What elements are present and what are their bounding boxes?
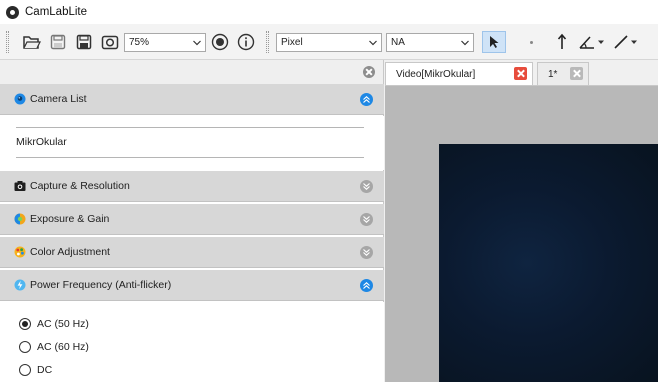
angle-button[interactable] [577, 32, 597, 52]
info-icon [237, 33, 255, 51]
arrow-up-button[interactable] [552, 32, 572, 52]
collapse-icon[interactable] [360, 93, 373, 106]
chevron-down-icon [193, 40, 201, 46]
point-icon[interactable] [530, 41, 533, 44]
open-folder-icon [23, 36, 41, 49]
angle-icon [579, 36, 594, 49]
video-preview[interactable] [439, 144, 658, 382]
calibration-combo[interactable]: NA [386, 33, 474, 52]
fit-icon [211, 33, 229, 51]
expand-icon[interactable] [360, 180, 373, 193]
zoom-combo[interactable]: 75% [124, 33, 206, 52]
camera-list-body: MikrOkular [0, 116, 384, 170]
radio-label: AC (50 Hz) [37, 318, 89, 330]
close-panel-icon[interactable] [363, 66, 375, 78]
divider [16, 157, 364, 158]
angle-dropdown[interactable] [597, 32, 605, 52]
section-title: Power Frequency (Anti-flicker) [30, 279, 172, 291]
save-as-icon [76, 34, 92, 50]
expand-icon[interactable] [360, 213, 373, 226]
calibration-value: NA [391, 37, 405, 48]
line-button[interactable] [611, 32, 631, 52]
expand-icon[interactable] [360, 246, 373, 259]
arrow-up-icon [557, 33, 567, 49]
close-tab-icon[interactable] [570, 67, 583, 80]
power-frequency-body: AC (50 Hz) AC (60 Hz) DC [0, 302, 384, 382]
tab-video[interactable]: Video[MikrOkular] [385, 62, 533, 85]
camera-icon [14, 181, 26, 191]
control-panel: Camera List MikrOkular Capture & Resolut… [0, 60, 384, 382]
section-exposure-gain[interactable]: Exposure & Gain [0, 204, 384, 235]
radio-button[interactable] [19, 341, 31, 353]
video-viewport[interactable] [385, 86, 658, 382]
app-logo-icon [6, 5, 19, 19]
collapse-icon[interactable] [360, 279, 373, 292]
title-bar: CamLabLite [0, 0, 658, 24]
info-button[interactable] [236, 32, 256, 52]
radio-ac-60hz[interactable]: AC (60 Hz) [19, 341, 89, 353]
close-tab-icon[interactable] [514, 67, 527, 80]
panel-header [0, 60, 383, 84]
pointer-button[interactable] [482, 31, 506, 53]
main-toolbar: 75% Pixel NA [0, 24, 658, 60]
dropdown-arrow-icon [631, 40, 637, 44]
dropdown-arrow-icon [598, 40, 604, 44]
radio-button[interactable] [19, 364, 31, 376]
tab-1[interactable]: 1* [537, 62, 589, 85]
save-button[interactable] [48, 32, 68, 52]
exposure-icon [14, 213, 26, 225]
unit-value: Pixel [281, 37, 303, 48]
radio-label: AC (60 Hz) [37, 341, 89, 353]
save-as-button[interactable] [74, 32, 94, 52]
section-color-adjustment[interactable]: Color Adjustment [0, 237, 384, 268]
radio-label: DC [37, 364, 53, 376]
palette-icon [14, 246, 26, 258]
toolbar-grip[interactable] [6, 31, 9, 53]
fit-button[interactable] [210, 32, 230, 52]
snapshot-icon [101, 35, 119, 50]
zoom-value: 75% [129, 37, 150, 48]
radio-dc[interactable]: DC [19, 364, 52, 376]
webcam-icon [14, 93, 26, 105]
chevron-down-icon [369, 40, 377, 46]
section-title: Exposure & Gain [30, 213, 110, 225]
radio-ac-50hz[interactable]: AC (50 Hz) [19, 318, 89, 330]
unit-combo[interactable]: Pixel [276, 33, 382, 52]
section-power-frequency[interactable]: Power Frequency (Anti-flicker) [0, 270, 384, 301]
section-title: Capture & Resolution [30, 180, 130, 192]
section-title: Color Adjustment [30, 246, 110, 258]
radio-button-selected[interactable] [19, 318, 31, 330]
camera-list-item[interactable]: MikrOkular [16, 136, 67, 148]
section-title: Camera List [30, 93, 87, 105]
document-tabs: Video[MikrOkular] 1* [385, 60, 658, 86]
save-icon [50, 34, 66, 50]
tab-label: Video[MikrOkular] [396, 68, 476, 80]
pointer-icon [490, 36, 499, 48]
chevron-down-icon [461, 40, 469, 46]
line-dropdown[interactable] [630, 32, 638, 52]
snapshot-button[interactable] [100, 32, 120, 52]
divider [16, 127, 364, 128]
tab-label: 1* [548, 68, 558, 80]
section-camera-list[interactable]: Camera List [0, 84, 384, 115]
open-folder-button[interactable] [22, 32, 42, 52]
power-icon [14, 279, 26, 291]
toolbar-grip[interactable] [266, 31, 269, 53]
section-capture-resolution[interactable]: Capture & Resolution [0, 171, 384, 202]
line-icon [614, 35, 628, 49]
app-title: CamLabLite [25, 6, 88, 18]
